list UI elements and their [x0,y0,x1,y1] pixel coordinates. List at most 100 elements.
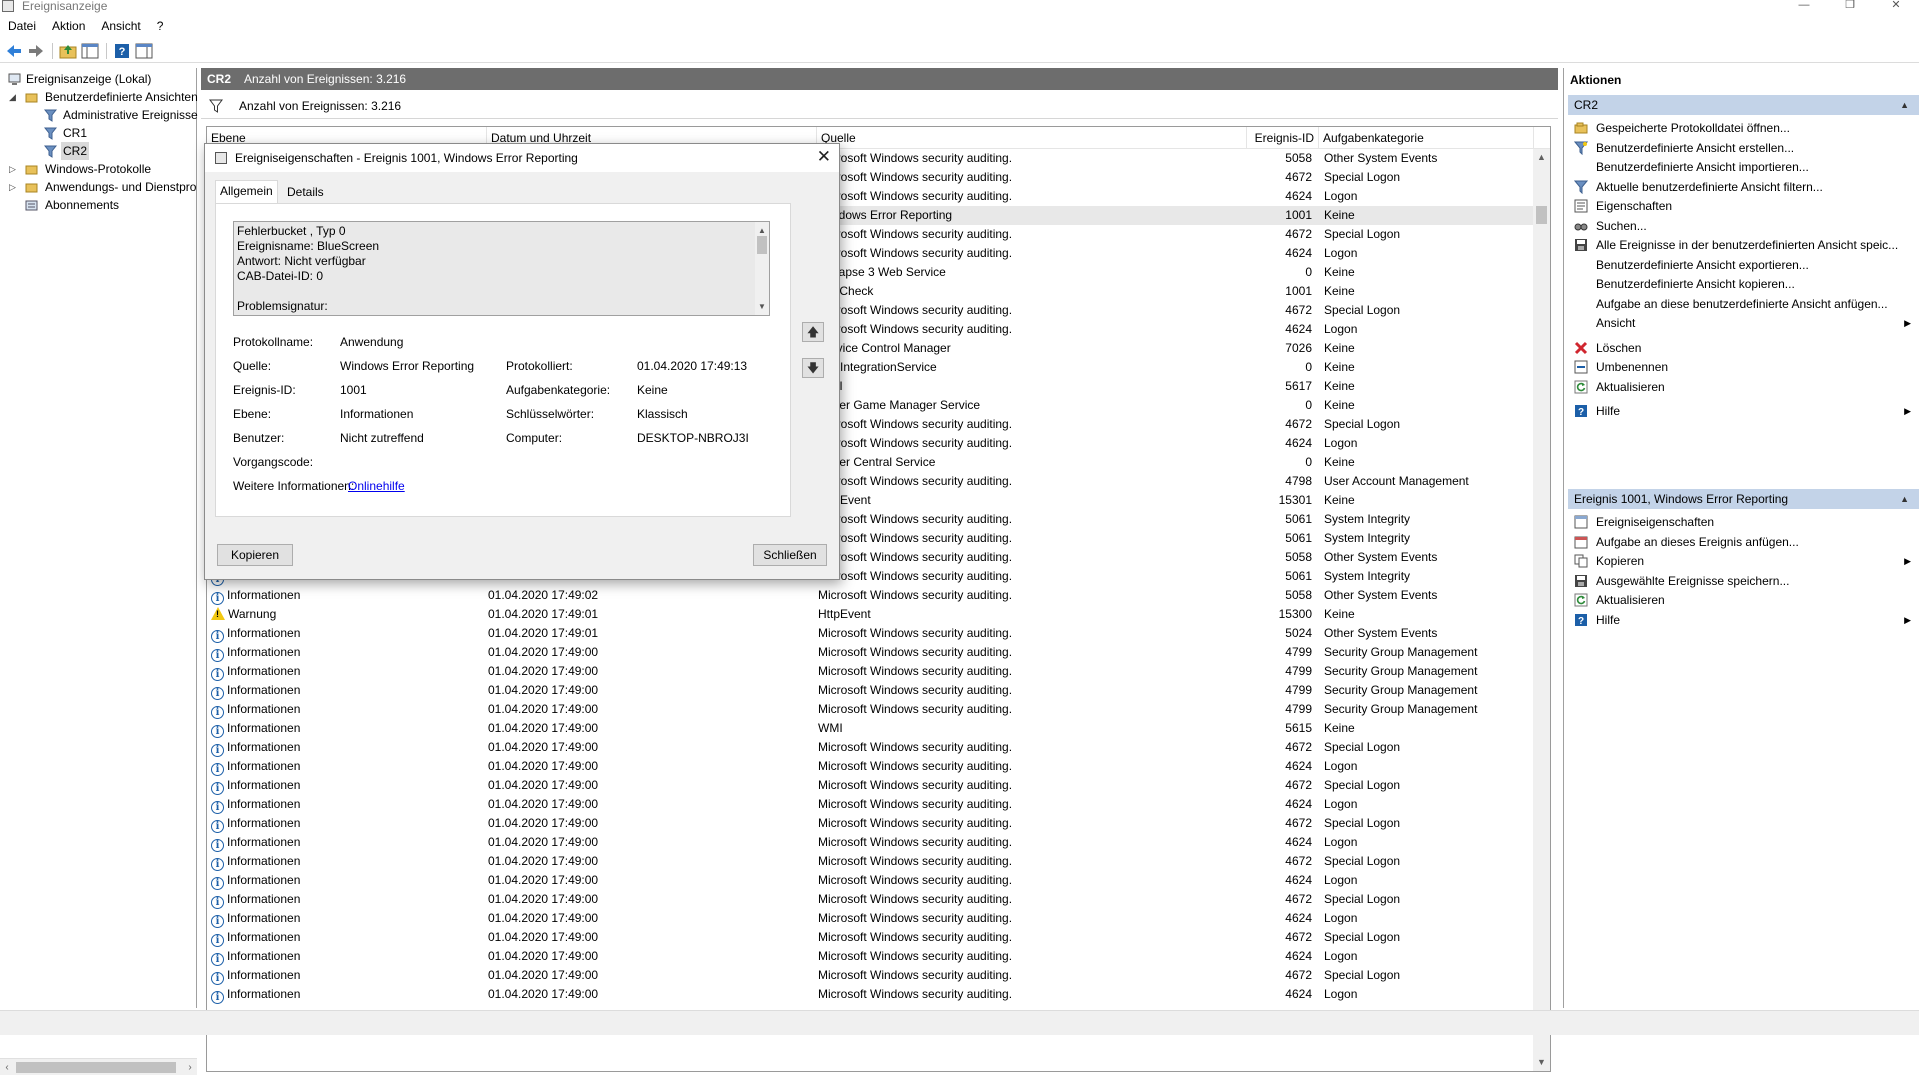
action-aktualisieren[interactable]: Aktualisieren [1568,377,1919,397]
tree-node-cr2[interactable]: CR2 [0,142,196,160]
show-hide-tree-icon[interactable] [80,41,100,61]
table-row[interactable]: i Informationen 01.04.2020 17:49:01 Microso… [207,624,1534,643]
table-row[interactable]: i Informationen 01.04.2020 17:49:00 Microso… [207,966,1534,985]
action-label: Aktuelle benutzerdefinierte Ansicht filt… [1596,179,1823,194]
up-folder-icon[interactable] [58,41,78,61]
action-hilfe[interactable]: ? Hilfe ▶ [1568,610,1919,630]
action-aufgabe-an-dieses-ereignis-anfügen[interactable]: Aufgabe an dieses Ereignis anfügen... [1568,532,1919,552]
action-benutzerdefinierte-ansicht-exportieren[interactable]: Benutzerdefinierte Ansicht exportieren..… [1568,255,1919,275]
maximize-button[interactable]: ❐ [1827,0,1873,14]
collapse-caret-icon[interactable]: ▲ [1900,489,1909,510]
table-row[interactable]: i Informationen 01.04.2020 17:49:00 Microso… [207,776,1534,795]
expand-chevron-icon[interactable]: ▷ [9,178,19,196]
table-row[interactable]: i Informationen 01.04.2020 17:49:00 Microso… [207,890,1534,909]
table-row[interactable]: i Informationen 01.04.2020 17:49:00 Microso… [207,814,1534,833]
close-window-button[interactable]: ✕ [1873,0,1919,14]
table-row[interactable]: iInformationen 01.04.2020 17:49:02 Microso… [207,586,1534,605]
cell-source: Microsoft Windows security auditing. [818,569,1013,583]
actions-section-cr2[interactable]: CR2 ▲ [1568,94,1919,115]
table-row[interactable]: Warnung 01.04.2020 17:49:01 HttpEvent 15300… [207,605,1534,624]
submenu-arrow-icon: ▶ [1904,614,1911,625]
table-row[interactable]: i Informationen 01.04.2020 17:49:00 Microso… [207,947,1534,966]
table-row[interactable]: i Informationen 01.04.2020 17:49:00 Microso… [207,662,1534,681]
menu-ansicht[interactable]: Ansicht [93,16,148,34]
table-row[interactable]: i Informationen 01.04.2020 17:49:00 Microso… [207,833,1534,852]
menu-datei[interactable]: Datei [0,16,44,34]
description-scrollbar[interactable]: ▲ ▼ [755,222,769,315]
cell-event-id: 4672 [1285,930,1312,944]
expand-chevron-icon[interactable]: ▷ [9,160,19,178]
action-suchen[interactable]: Suchen... [1568,216,1919,236]
action-aktuelle-benutzerdefinierte-ansicht-filtern[interactable]: Aktuelle benutzerdefinierte Ansicht filt… [1568,177,1919,197]
action-ansicht[interactable]: Ansicht ▶ [1568,313,1919,333]
action-gespeicherte-protokolldatei-öffnen[interactable]: Gespeicherte Protokolldatei öffnen... [1568,118,1919,138]
table-row[interactable]: i Informationen 01.04.2020 17:49:00 Microso… [207,700,1534,719]
tree-node-admin-events[interactable]: Administrative Ereignisse [0,106,198,124]
action-eigenschaften[interactable]: Eigenschaften [1568,196,1919,216]
forward-arrow-icon[interactable] [26,41,46,61]
action-kopieren[interactable]: Kopieren ▶ [1568,551,1919,571]
scroll-down-icon[interactable]: ▼ [1533,1054,1550,1071]
table-row[interactable]: i Informationen 01.04.2020 17:49:00 Microso… [207,795,1534,814]
event-description-box[interactable]: Fehlerbucket , Typ 0 Ereignisname: BlueS… [233,221,770,316]
previous-event-button[interactable]: 🡅 [802,322,824,342]
action-löschen[interactable]: Löschen [1568,338,1919,358]
close-button[interactable]: Schließen [753,544,827,566]
table-row[interactable]: i Informationen 01.04.2020 17:49:00 Microso… [207,928,1534,947]
table-row[interactable]: i Informationen 01.04.2020 17:49:00 Microso… [207,757,1534,776]
tree-node-app-service-logs[interactable]: ▷ Anwendungs- und Dienstprotokolle [0,178,196,196]
tree-horizontal-scrollbar[interactable]: ‹ › [0,1058,197,1075]
column-header-source[interactable]: Quelle [817,127,1247,149]
scroll-up-icon[interactable]: ▲ [1533,149,1550,166]
action-ausgewählte-ereignisse-speichern[interactable]: Ausgewählte Ereignisse speichern... [1568,571,1919,591]
table-row[interactable]: i Informationen 01.04.2020 17:49:00 Microso… [207,871,1534,890]
help-icon[interactable]: ? [112,41,132,61]
minimize-button[interactable]: — [1781,0,1827,14]
show-hide-action-pane-icon[interactable] [134,41,154,61]
action-ereigniseigenschaften[interactable]: Ereigniseigenschaften [1568,512,1919,532]
scrollbar-thumb[interactable] [16,1062,176,1073]
column-header-task-category[interactable]: Aufgabenkategorie [1319,127,1534,149]
tab-details[interactable]: Details [283,182,328,204]
table-row[interactable]: i Informationen 01.04.2020 17:49:00 Microso… [207,985,1534,1004]
scrollbar-thumb[interactable] [757,236,767,254]
action-hilfe[interactable]: ? Hilfe ▶ [1568,401,1919,421]
action-aufgabe-an-diese-benutzerdefinierte-ansicht-anfügen[interactable]: Aufgabe an diese benutzerdefinierte Ansi… [1568,294,1919,314]
online-help-link[interactable]: Onlinehilfe [348,479,405,493]
tree-node-subscriptions[interactable]: Abonnements [0,196,196,214]
collapse-caret-icon[interactable]: ▲ [1900,95,1909,116]
action-benutzerdefinierte-ansicht-importieren[interactable]: Benutzerdefinierte Ansicht importieren..… [1568,157,1919,177]
action-benutzerdefinierte-ansicht-erstellen[interactable]: Benutzerdefinierte Ansicht erstellen... [1568,138,1919,158]
menu-aktion[interactable]: Aktion [44,16,93,34]
table-vertical-scrollbar[interactable]: ▲ ▼ [1533,149,1550,1071]
tree-node-cr1[interactable]: CR1 [0,124,196,142]
scrollbar-thumb[interactable] [1536,206,1547,224]
tree-node-windows-logs[interactable]: ▷ Windows-Protokolle [0,160,196,178]
tree-node-root[interactable]: Ereignisanzeige (Lokal) [0,70,196,88]
table-row[interactable]: i Informationen 01.04.2020 17:49:00 WMI 5615… [207,719,1534,738]
scroll-right-icon[interactable]: › [183,1059,197,1076]
action-alle-ereignisse-in-der-benutzerdefinierten-ansicht-speic[interactable]: Alle Ereignisse in der benutzerdefiniert… [1568,235,1919,255]
back-arrow-icon[interactable] [4,41,24,61]
filter-icon [43,127,58,140]
tree-node-custom-views[interactable]: ◢ Benutzerdefinierte Ansichten [0,88,198,106]
copy-button[interactable]: Kopieren [217,544,293,566]
table-row[interactable]: i Informationen 01.04.2020 17:49:00 Microso… [207,643,1534,662]
cell-source: Microsoft Windows security auditing. [818,417,1013,431]
table-row[interactable]: i Informationen 01.04.2020 17:49:00 Microso… [207,852,1534,871]
menu-help[interactable]: ? [149,16,172,34]
action-aktualisieren[interactable]: Aktualisieren [1568,590,1919,610]
table-row[interactable]: i Informationen 01.04.2020 17:49:00 Microso… [207,681,1534,700]
next-event-button[interactable]: 🡇 [802,358,824,378]
close-icon[interactable]: ✕ [817,147,831,167]
actions-section-event[interactable]: Ereignis 1001, Windows Error Reporting ▲ [1568,488,1919,509]
table-row[interactable]: i Informationen 01.04.2020 17:49:00 Microso… [207,909,1534,928]
tab-allgemein[interactable]: Allgemein [215,180,278,204]
action-benutzerdefinierte-ansicht-kopieren[interactable]: Benutzerdefinierte Ansicht kopieren... [1568,274,1919,294]
scroll-left-icon[interactable]: ‹ [0,1059,14,1076]
table-row[interactable]: i Informationen 01.04.2020 17:49:00 Microso… [207,738,1534,757]
scroll-down-icon[interactable]: ▼ [755,299,769,314]
column-header-event-id[interactable]: Ereignis-ID [1247,127,1319,149]
action-umbenennen[interactable]: Umbenennen [1568,357,1919,377]
collapse-chevron-icon[interactable]: ◢ [9,88,19,106]
